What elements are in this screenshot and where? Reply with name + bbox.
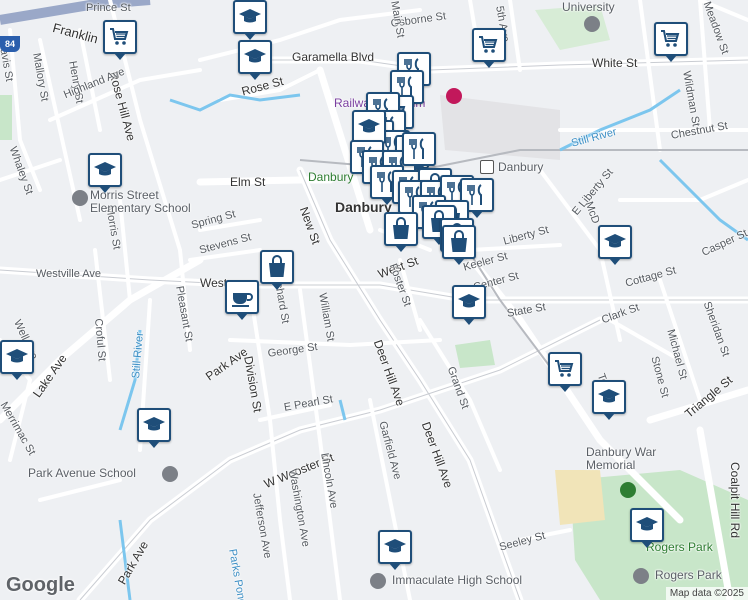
label-danbury-green: Danbury <box>308 170 354 184</box>
label-prince-st: Prince St <box>86 2 131 14</box>
graduation-cap-icon <box>604 234 626 248</box>
map-marker-cart[interactable] <box>103 20 137 60</box>
shopping-cart-icon <box>660 30 679 48</box>
map-marker-cap[interactable] <box>452 285 486 325</box>
label-rogers-park: Rogers Park <box>646 540 713 554</box>
memorial-area <box>555 470 605 525</box>
graduation-cap-icon <box>143 417 165 431</box>
label-westville-ave: Westville Ave <box>36 268 102 280</box>
graduation-cap-icon <box>458 294 480 308</box>
map-canvas[interactable]: Prince St Osborne St Franklin Davis St M… <box>0 0 748 600</box>
map-marker-cap[interactable] <box>352 110 386 150</box>
graduation-cap-icon <box>384 539 406 553</box>
map-marker-bag[interactable] <box>442 225 476 265</box>
school-poi-icon[interactable] <box>633 568 649 584</box>
label-park-avenue-school: Park Avenue School <box>28 466 136 480</box>
map-marker-cart[interactable] <box>548 352 582 392</box>
graduation-cap-icon <box>598 389 620 403</box>
map-marker-cup[interactable] <box>225 280 259 320</box>
graduation-cap-icon <box>239 9 261 23</box>
graduation-cap-icon <box>636 517 658 531</box>
shopping-cart-icon <box>109 28 128 46</box>
shopping-bag-icon <box>268 255 286 278</box>
map-marker-cap[interactable] <box>630 508 664 548</box>
label-garamella-blvd: Garamella Blvd <box>292 50 375 64</box>
small-green <box>455 340 495 368</box>
label-rogers-park-middle: Rogers Park <box>655 568 722 582</box>
graduation-cap-icon <box>94 162 116 176</box>
map-marker-cap[interactable] <box>592 380 626 420</box>
map-marker-cap[interactable] <box>137 408 171 448</box>
label-immaculate-high-school: Immaculate High School <box>392 573 523 587</box>
school-poi-icon[interactable] <box>370 573 386 589</box>
map-marker-cap[interactable] <box>88 153 122 193</box>
route-84-shield: 84 <box>0 36 20 54</box>
label-coalpit-hill-rd: Coalpit Hill Rd <box>728 462 742 539</box>
park-west <box>0 95 12 140</box>
map-marker-cap[interactable] <box>238 40 272 80</box>
graduation-cap-icon <box>6 349 28 363</box>
park-poi-icon[interactable] <box>620 482 636 498</box>
river-north <box>169 93 301 112</box>
label-danbury-war-memorial: Danbury War Memorial <box>586 445 657 472</box>
map-marker-cap[interactable] <box>598 225 632 265</box>
shopping-cart-icon <box>554 360 573 378</box>
map-marker-cart[interactable] <box>472 28 506 68</box>
school-poi-icon[interactable] <box>72 190 88 206</box>
label-university: University <box>562 0 615 14</box>
map-attribution: Map data ©2025 <box>665 587 748 600</box>
graduation-cap-icon <box>244 49 266 63</box>
label-danbury-station: Danbury <box>498 160 544 174</box>
train-station-icon[interactable] <box>480 160 494 174</box>
graduation-cap-icon <box>358 119 380 133</box>
shopping-bag-icon <box>392 217 410 240</box>
route-84-label: 84 <box>0 36 20 52</box>
coffee-cup-icon <box>231 292 253 307</box>
map-marker-bag[interactable] <box>384 212 418 252</box>
google-logo: Google <box>6 574 75 596</box>
map-marker-cap[interactable] <box>0 340 34 380</box>
university-poi-icon[interactable] <box>584 16 600 32</box>
museum-poi-icon[interactable] <box>446 88 462 104</box>
label-elm-st: Elm St <box>230 175 266 189</box>
restaurant-icon <box>409 138 424 160</box>
label-white-st: White St <box>592 56 638 70</box>
map-marker-cart[interactable] <box>654 22 688 62</box>
shopping-bag-icon <box>450 230 468 253</box>
map-marker-cap[interactable] <box>233 0 267 40</box>
map-marker-fork[interactable] <box>402 132 436 172</box>
school-poi-icon[interactable] <box>162 466 178 482</box>
map-marker-bag[interactable] <box>260 250 294 290</box>
label-west: West <box>200 276 228 290</box>
map-marker-cap[interactable] <box>378 530 412 570</box>
shopping-cart-icon <box>478 36 497 54</box>
